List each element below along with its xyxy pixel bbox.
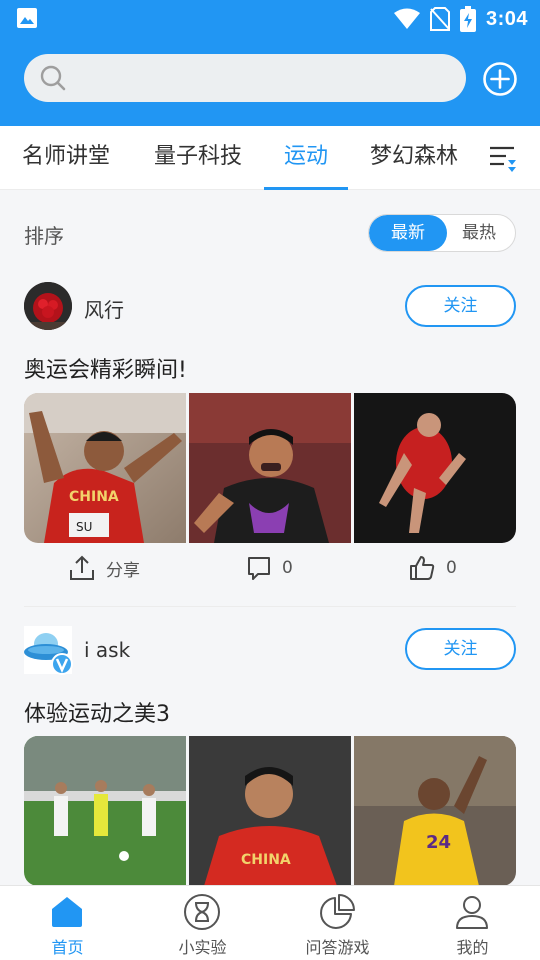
no-sim-icon: [429, 7, 450, 31]
status-time: 3:04: [485, 7, 528, 30]
app-header: 3:04: [0, 0, 540, 126]
share-icon: [70, 555, 94, 580]
post-image-soccer[interactable]: [24, 736, 186, 886]
svg-text:SU: SU: [76, 520, 92, 534]
post-image-basketball[interactable]: 24: [354, 736, 516, 886]
nav-experiments-label: 小实验: [178, 938, 227, 957]
hourglass-icon: [184, 894, 220, 930]
post-title[interactable]: 体验运动之美3: [24, 696, 170, 728]
follow-button[interactable]: 关注: [405, 628, 516, 670]
search-bar[interactable]: [24, 54, 466, 102]
add-post-button[interactable]: [482, 61, 518, 97]
nav-quiz-game[interactable]: 问答游戏: [270, 886, 405, 960]
comment-button[interactable]: 0: [246, 548, 293, 588]
sort-label: 排序: [24, 224, 64, 248]
post-image-athlete-portrait[interactable]: CHINA: [189, 736, 351, 886]
search-input[interactable]: [78, 62, 448, 94]
tab-sports[interactable]: 运动: [264, 126, 348, 190]
nav-home[interactable]: 首页: [0, 886, 135, 960]
share-button[interactable]: 分享: [68, 548, 140, 588]
share-label: 分享: [106, 560, 140, 581]
author-name[interactable]: i ask: [84, 638, 130, 662]
tabs-fade-overlay: [456, 126, 490, 189]
category-tabs: 名师讲堂 量子科技 运动 梦幻森林: [0, 126, 540, 190]
gallery-notification-icon: [17, 8, 37, 28]
post-image-sprinter[interactable]: CHINA SU: [24, 393, 186, 543]
bottom-navigation: 首页 小实验 问答游戏 我的: [0, 885, 540, 960]
nav-home-label: 首页: [51, 938, 84, 957]
comment-icon: [248, 557, 270, 580]
avatar[interactable]: [24, 626, 73, 675]
svg-text:CHINA: CHINA: [241, 852, 291, 868]
nav-quiz-game-label: 问答游戏: [305, 938, 370, 957]
pie-chart-icon: [320, 894, 355, 929]
tab-quantum-tech[interactable]: 量子科技: [150, 126, 246, 190]
post-image-diver[interactable]: [354, 393, 516, 543]
home-icon: [52, 897, 82, 927]
nav-experiments[interactable]: 小实验: [135, 886, 270, 960]
like-count: 0: [446, 558, 457, 578]
post-image-grid: CHINA 24: [24, 736, 516, 886]
post-card: i ask 关注 体验运动之美3 CHINA 24: [0, 624, 540, 886]
like-button[interactable]: 0: [408, 548, 457, 588]
avatar[interactable]: [24, 282, 72, 330]
avatar-image: [24, 282, 72, 330]
search-icon: [40, 65, 66, 91]
post-card: 风行 关注 奥运会精彩瞬间! CHINA SU 分享 0 0: [0, 280, 540, 610]
post-image-table-tennis[interactable]: [189, 393, 351, 543]
svg-text:CHINA: CHINA: [69, 489, 119, 505]
user-icon: [456, 896, 488, 929]
post-title[interactable]: 奥运会精彩瞬间!: [24, 352, 187, 384]
comment-count: 0: [282, 558, 293, 578]
sort-toggle: 最热 最新: [368, 214, 516, 252]
tab-fantasy-forest[interactable]: 梦幻森林: [366, 126, 462, 190]
tab-famous-teachers[interactable]: 名师讲堂: [18, 126, 114, 190]
thumbs-up-icon: [410, 556, 435, 580]
svg-text:24: 24: [426, 832, 451, 853]
post-divider: [24, 606, 516, 607]
status-bar: 3:04: [0, 0, 540, 38]
wifi-icon: [393, 8, 420, 29]
nav-profile-label: 我的: [456, 938, 489, 957]
author-name[interactable]: 风行: [84, 294, 124, 323]
post-actions: 分享 0 0: [0, 548, 540, 588]
post-image-grid: CHINA SU: [24, 393, 516, 543]
battery-charging-icon: [459, 6, 476, 32]
nav-profile[interactable]: 我的: [405, 886, 540, 960]
sort-hottest-option[interactable]: 最热: [443, 215, 515, 251]
ufo-avatar-icon: [24, 633, 73, 675]
sort-newest-option[interactable]: 最新: [369, 215, 447, 251]
tab-menu-icon[interactable]: [488, 144, 518, 172]
follow-button[interactable]: 关注: [405, 285, 516, 327]
